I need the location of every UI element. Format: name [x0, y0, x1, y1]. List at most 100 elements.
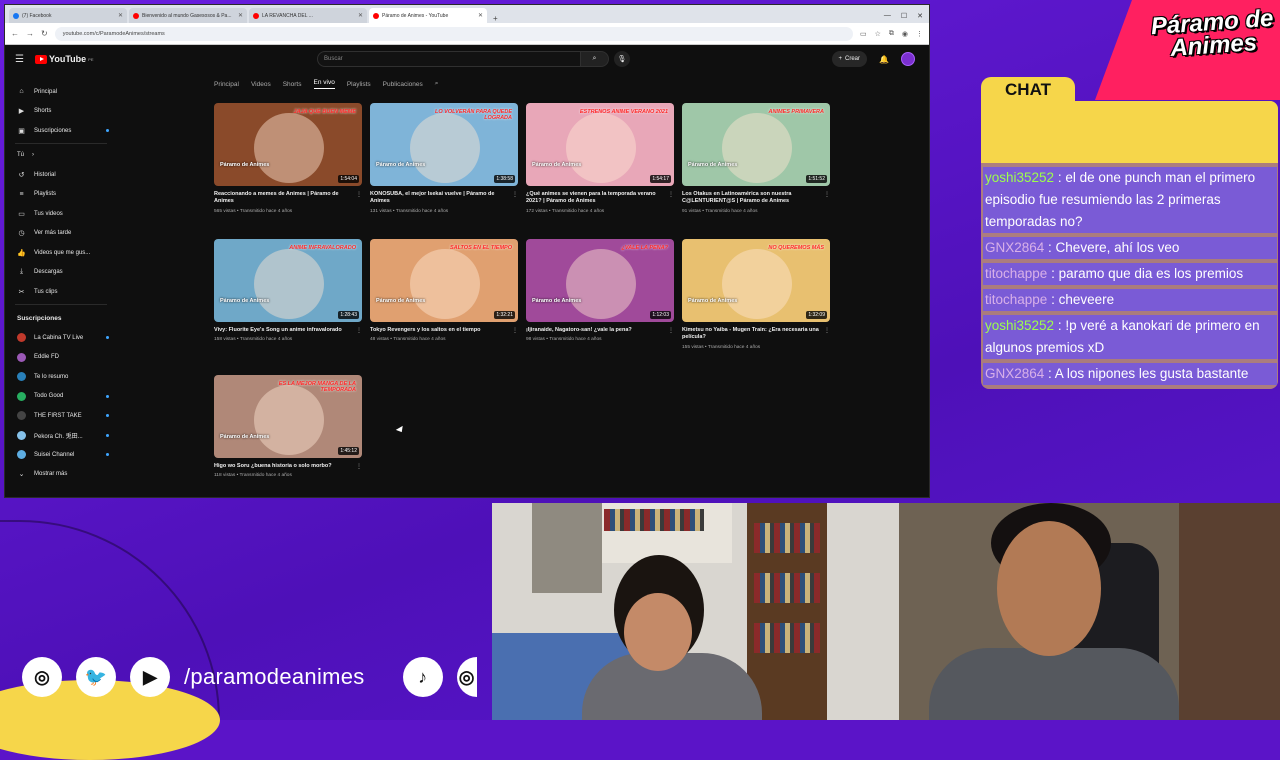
new-content-dot [106, 129, 109, 133]
video-thumbnail[interactable]: ANIME INFRAVALORADO Páramo de Animes 1:2… [214, 239, 362, 322]
sidebar-item-shorts[interactable]: ▶ Shorts [5, 102, 117, 122]
video-stats: 155 vistas • Transmitido hace 4 años [682, 344, 761, 350]
minimize-icon[interactable]: — [884, 12, 891, 20]
browser-tab[interactable]: Bienvenido al mundo Gasesosos & Pa... ✕ [129, 8, 247, 23]
bookmark-star-icon[interactable]: ☆ [875, 30, 881, 38]
video-thumbnail[interactable]: ES LA MEJOR MANGA DE LA TEMPORADA Páramo… [214, 375, 362, 458]
sidebar-item-your-videos[interactable]: ▭ Tus videos [5, 204, 117, 224]
profile-icon[interactable]: ◉ [902, 30, 908, 38]
video-card[interactable]: SALTOS EN EL TIEMPO Páramo de Animes 1:3… [370, 239, 518, 375]
more-options-icon[interactable]: ⋮ [510, 191, 518, 214]
close-window-icon[interactable]: ✕ [917, 12, 923, 20]
sidebar-sub-channel[interactable]: Eddie FD [5, 348, 117, 368]
video-card[interactable]: ¿VALE LA PENA? Páramo de Animes 1:12:03 … [526, 239, 674, 375]
thumbnail-art [566, 249, 636, 319]
video-title[interactable]: Higo wo Soru ¿buena historia o solo morb… [214, 463, 354, 470]
tab-videos[interactable]: Videos [251, 81, 271, 88]
video-thumbnail[interactable]: JAJA QUE BUEN MEME Páramo de Animes 1:54… [214, 103, 362, 186]
video-card[interactable]: ANIME INFRAVALORADO Páramo de Animes 1:2… [214, 239, 362, 375]
video-title[interactable]: Tokyo Revengers y los saltos en el tiemp… [370, 327, 510, 334]
sidebar-sub-channel[interactable]: THE FIRST TAKE [5, 406, 117, 426]
chat-username: GNX2864 [985, 366, 1045, 381]
url-field[interactable]: youtube.com/c/ParamodeAnimes/streams [54, 26, 853, 41]
sidebar-item-principal[interactable]: ⌂ Principal [5, 82, 117, 102]
hamburger-menu-icon[interactable]: ☰ [15, 54, 35, 65]
more-options-icon[interactable]: ⋮ [354, 191, 362, 214]
sidebar-item-playlists[interactable]: ≡ Playlists [5, 185, 117, 205]
more-options-icon[interactable]: ⋮ [822, 327, 830, 350]
video-title[interactable]: KONOSUBA, el mejor Isekai vuelve | Páram… [370, 191, 510, 206]
video-title[interactable]: ¡Ijiranaide, Nagatoro-san! ¿vale la pena… [526, 327, 666, 334]
video-card[interactable]: LO VOLVERÁN PARA QUEDE LOGRADA Páramo de… [370, 103, 518, 239]
video-card[interactable]: NO QUEREMOS MÁS Páramo de Animes 1:32:09… [682, 239, 830, 375]
sidebar-item-watch-later[interactable]: ◷ Ver más tarde [5, 224, 117, 244]
youtube-logo[interactable]: YouTube PE [35, 54, 94, 64]
browser-tab[interactable]: LA REVANCHA DEL ... ✕ [249, 8, 367, 23]
menu-dots-icon[interactable]: ⋮ [916, 30, 923, 38]
video-title[interactable]: Vivy: Fluorite Eye's Song un anime infra… [214, 327, 354, 334]
reload-icon[interactable]: ↻ [41, 29, 48, 38]
search-button[interactable]: ⌕ [581, 51, 609, 67]
create-button[interactable]: + Crear [831, 51, 868, 67]
channel-search-icon[interactable]: ⌕ [435, 80, 439, 88]
video-title[interactable]: ¿Qué animes se vienen para la temporada … [526, 191, 666, 206]
more-options-icon[interactable]: ⋮ [510, 327, 518, 342]
sidebar-sub-channel[interactable]: La Cabina TV Live [5, 328, 117, 348]
more-options-icon[interactable]: ⋮ [666, 191, 674, 214]
video-duration: 1:32:09 [806, 311, 827, 319]
video-thumbnail[interactable]: ANIMES PRIMAVERA Páramo de Animes 1:51:5… [682, 103, 830, 186]
forward-icon[interactable]: → [26, 29, 34, 38]
account-avatar[interactable] [901, 52, 915, 66]
show-more-button[interactable]: ⌄ Mostrar más [5, 465, 117, 485]
more-options-icon[interactable]: ⋮ [354, 463, 362, 478]
sidebar-item-clips[interactable]: ✂ Tus clips [5, 282, 117, 302]
new-tab-icon[interactable]: + [489, 14, 502, 23]
video-title[interactable]: Los Otakus en Latinoamérica son nuestra … [682, 191, 822, 206]
back-icon[interactable]: ← [11, 29, 19, 38]
more-options-icon[interactable]: ⋮ [822, 191, 830, 214]
sidebar-sub-channel[interactable]: Te lo resumo [5, 367, 117, 387]
sidebar-item-liked[interactable]: 👍 Videos que me gus... [5, 243, 117, 263]
video-card[interactable]: JAJA QUE BUEN MEME Páramo de Animes 1:54… [214, 103, 362, 239]
video-card[interactable]: ANIMES PRIMAVERA Páramo de Animes 1:51:5… [682, 103, 830, 239]
video-thumbnail[interactable]: ¿VALE LA PENA? Páramo de Animes 1:12:03 [526, 239, 674, 322]
sidebar-sub-channel[interactable]: Suisei Channel [5, 445, 117, 465]
close-icon[interactable]: ✕ [358, 12, 363, 19]
sidebar-section-you[interactable]: Tú › [5, 146, 117, 166]
more-options-icon[interactable]: ⋮ [666, 327, 674, 342]
video-thumbnail[interactable]: SALTOS EN EL TIEMPO Páramo de Animes 1:3… [370, 239, 518, 322]
books [754, 623, 820, 653]
browser-tab[interactable]: (7) Facebook ✕ [9, 8, 127, 23]
close-icon[interactable]: ✕ [238, 12, 243, 19]
search-input[interactable]: Buscar [317, 51, 581, 67]
browser-tab-active[interactable]: Páramo de Animes - YouTube ✕ [369, 8, 487, 23]
sidebar-sub-channel[interactable]: Pekora Ch. 兎田... [5, 426, 117, 446]
video-thumbnail[interactable]: NO QUEREMOS MÁS Páramo de Animes 1:32:09 [682, 239, 830, 322]
video-card[interactable]: ES LA MEJOR MANGA DE LA TEMPORADA Páramo… [214, 375, 362, 511]
tab-principal[interactable]: Principal [214, 81, 239, 88]
sidebar-item-subscriptions[interactable]: ▣ Suscripciones [5, 121, 117, 141]
maximize-icon[interactable]: ☐ [901, 12, 907, 20]
social-bar: ◎ 🐦 ▶ /paramodeanimes ♪ ◎ [22, 657, 477, 697]
video-thumbnail[interactable]: ESTRENOS ANIME VERANO 2021 Páramo de Ani… [526, 103, 674, 186]
tab-live[interactable]: En vivo [313, 79, 335, 89]
channel-name: Te lo resumo [34, 373, 69, 380]
close-icon[interactable]: ✕ [478, 12, 483, 19]
close-icon[interactable]: ✕ [118, 12, 123, 19]
sidebar-item-history[interactable]: ↺ Historial [5, 165, 117, 185]
voice-search-button[interactable]: 🎙 [614, 51, 630, 67]
cast-icon[interactable]: ▭ [860, 30, 867, 38]
sidebar-item-downloads[interactable]: ⤓ Descargas [5, 263, 117, 283]
tab-playlists[interactable]: Playlists [347, 81, 371, 88]
video-card[interactable]: ESTRENOS ANIME VERANO 2021 Páramo de Ani… [526, 103, 674, 239]
extensions-icon[interactable]: ⧉ [889, 30, 894, 38]
video-thumbnail[interactable]: LO VOLVERÁN PARA QUEDE LOGRADA Páramo de… [370, 103, 518, 186]
notifications-bell-icon[interactable]: 🔔 [879, 55, 889, 64]
sidebar-sub-channel[interactable]: Todo Good [5, 387, 117, 407]
tab-shorts[interactable]: Shorts [283, 81, 302, 88]
more-options-icon[interactable]: ⋮ [354, 327, 362, 342]
video-title[interactable]: Kimetsu no Yaiba - Mugen Train: ¿Era nec… [682, 327, 822, 342]
sidebar-subscriptions-header: Suscripciones [17, 314, 62, 322]
video-title[interactable]: Reaccionando a memes de Animes | Páramo … [214, 191, 354, 206]
tab-posts[interactable]: Publicaciones [383, 81, 423, 88]
